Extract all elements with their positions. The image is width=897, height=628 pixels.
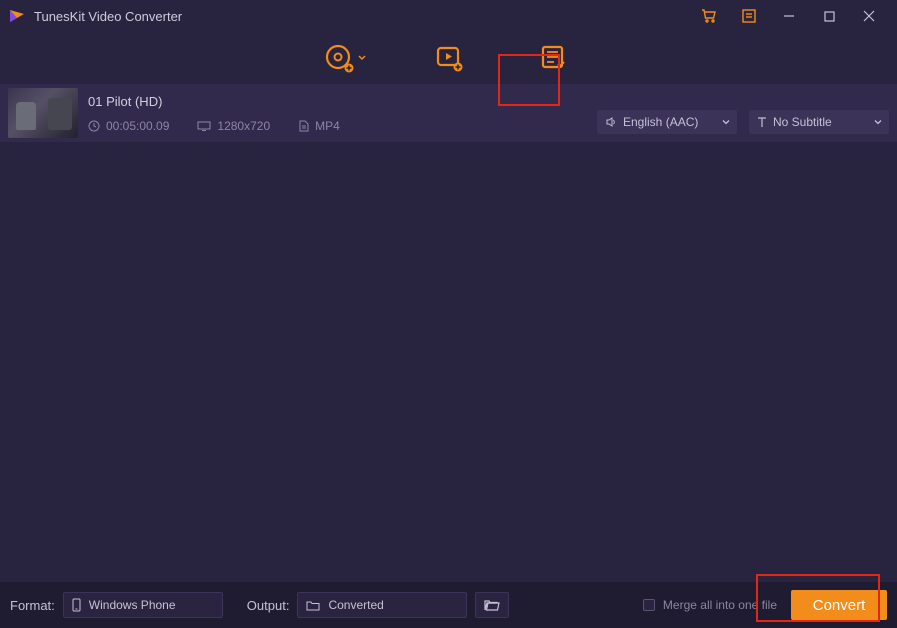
clock-icon [88, 120, 100, 132]
app-title: TunesKit Video Converter [34, 9, 182, 24]
empty-area [0, 142, 897, 582]
chevron-down-icon [358, 54, 366, 62]
subtitle-select[interactable]: No Subtitle [749, 110, 889, 134]
maximize-button[interactable] [809, 0, 849, 32]
chevron-down-icon [721, 117, 731, 127]
merge-label: Merge all into one file [663, 598, 777, 612]
audio-track-select[interactable]: English (AAC) [597, 110, 737, 134]
audio-track-label: English (AAC) [623, 115, 698, 129]
titlebar: TunesKit Video Converter [0, 0, 897, 32]
video-thumbnail[interactable] [8, 88, 78, 138]
file-title: 01 Pilot (HD) [88, 94, 597, 109]
duration-value: 00:05:00.09 [106, 119, 169, 133]
format-label: Format: [10, 598, 55, 613]
video-add-icon [435, 44, 463, 72]
browse-output-button[interactable] [475, 592, 509, 618]
format-value: Windows Phone [89, 598, 176, 612]
text-icon [757, 116, 767, 128]
minimize-button[interactable] [769, 0, 809, 32]
chevron-down-icon [873, 117, 883, 127]
duration-field: 00:05:00.09 [88, 119, 169, 133]
resolution-field: 1280x720 [197, 119, 270, 133]
file-list: 01 Pilot (HD) 00:05:00.09 1280x720 MP [0, 84, 897, 142]
toolbar [0, 32, 897, 84]
add-disc-button[interactable] [317, 36, 373, 80]
container-value: MP4 [315, 119, 340, 133]
convert-button[interactable]: Convert [791, 590, 887, 620]
convert-label: Convert [813, 597, 866, 614]
file-row[interactable]: 01 Pilot (HD) 00:05:00.09 1280x720 MP [0, 84, 897, 142]
folder-icon [306, 600, 320, 611]
app-logo-icon [8, 7, 26, 25]
output-label: Output: [247, 598, 290, 613]
preset-list-button[interactable] [525, 36, 581, 80]
bottom-bar: Format: Windows Phone Output: Converted … [0, 582, 897, 628]
phone-icon [72, 598, 81, 612]
resolution-value: 1280x720 [217, 119, 270, 133]
cart-button[interactable] [689, 0, 729, 32]
format-select[interactable]: Windows Phone [63, 592, 223, 618]
checkbox-box [643, 599, 655, 611]
add-video-button[interactable] [421, 36, 477, 80]
close-button[interactable] [849, 0, 889, 32]
output-path-field[interactable]: Converted [297, 592, 467, 618]
disc-icon [324, 43, 354, 73]
display-icon [197, 121, 211, 131]
subtitle-label: No Subtitle [773, 115, 832, 129]
main-area: 01 Pilot (HD) 00:05:00.09 1280x720 MP [0, 84, 897, 582]
list-check-icon [539, 44, 567, 72]
merge-checkbox[interactable]: Merge all into one file [643, 598, 777, 612]
open-folder-icon [484, 599, 500, 611]
container-field: MP4 [298, 119, 340, 133]
output-value: Converted [328, 598, 383, 612]
speaker-icon [605, 116, 617, 128]
file-icon [298, 120, 309, 132]
menu-button[interactable] [729, 0, 769, 32]
